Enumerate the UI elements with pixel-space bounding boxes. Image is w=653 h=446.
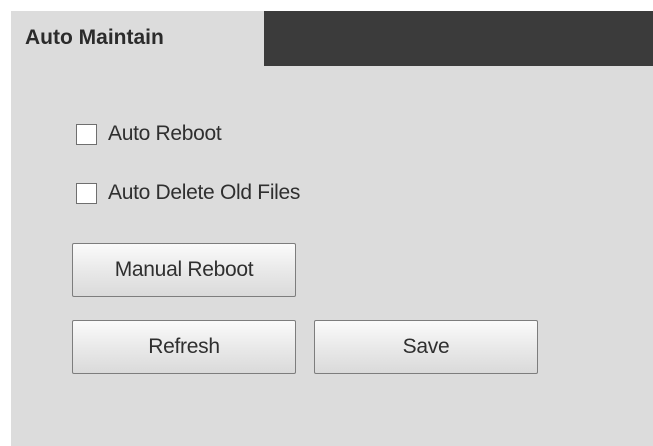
auto-maintain-page: Auto Maintain Auto Reboot Auto Delete Ol… [0,0,653,446]
page-title: Auto Maintain [25,26,164,49]
auto-delete-old-files-option[interactable]: Auto Delete Old Files [76,181,300,205]
manual-reboot-button[interactable]: Manual Reboot [72,243,296,297]
save-button[interactable]: Save [314,320,538,374]
auto-delete-old-files-label[interactable]: Auto Delete Old Files [108,181,300,205]
settings-panel [11,11,653,446]
auto-reboot-label[interactable]: Auto Reboot [108,122,222,146]
header-bar [264,11,653,66]
auto-delete-old-files-checkbox[interactable] [76,182,97,204]
refresh-button[interactable]: Refresh [72,320,296,374]
auto-reboot-checkbox[interactable] [76,123,97,145]
auto-reboot-option[interactable]: Auto Reboot [76,122,222,146]
